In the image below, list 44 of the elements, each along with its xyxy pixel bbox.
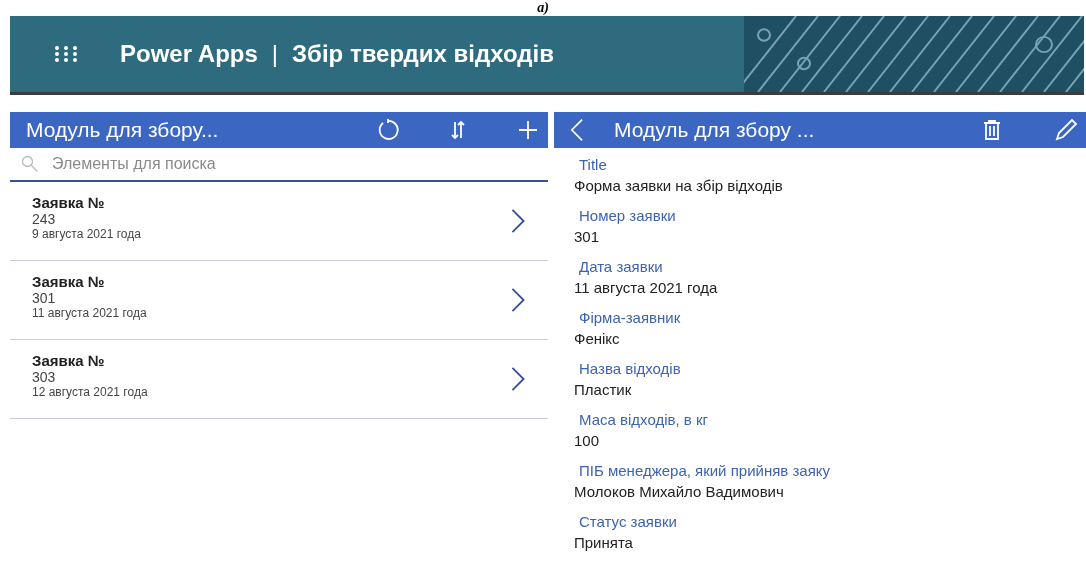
item-date: 12 августа 2021 года (32, 384, 148, 399)
item-title: Заявка № (32, 272, 105, 290)
refresh-icon[interactable] (376, 118, 400, 142)
app-name: Збір твердих відходів (292, 40, 554, 68)
title-separator: | (271, 40, 279, 68)
field-label: Статус заявки (578, 513, 677, 530)
field-value: Молоков Михайло Вадимович (574, 483, 784, 500)
field-value: Принята (574, 534, 633, 551)
chevron-right-icon[interactable] (510, 208, 526, 234)
chevron-right-icon[interactable] (510, 287, 526, 313)
chevron-right-icon[interactable] (510, 366, 526, 392)
field-label: Фірма-заявник (578, 309, 681, 326)
field-value: Форма заявки на збір відходів (574, 177, 783, 194)
request-list-item[interactable]: Заявка № 303 12 августа 2021 года (10, 340, 548, 419)
field-label: Номер заявки (578, 207, 676, 224)
field-label: Title (578, 156, 607, 173)
request-list-item[interactable]: Заявка № 301 11 августа 2021 года (10, 261, 548, 340)
field-value: 100 (574, 432, 600, 449)
field-value: 301 (574, 228, 600, 245)
search-icon (20, 154, 40, 174)
figure-caption: a) (537, 0, 549, 16)
field-value: Пластик (574, 381, 632, 398)
item-title: Заявка № (32, 351, 105, 369)
item-title: Заявка № (32, 193, 105, 211)
list-title: Модуль для збору... (26, 118, 220, 142)
item-number: 243 (32, 210, 56, 227)
edit-pencil-icon[interactable] (1054, 118, 1078, 142)
app-brand: Power Apps (120, 40, 258, 68)
field-value: Фенікс (574, 330, 620, 347)
app-launcher-icon[interactable] (54, 45, 78, 63)
field-value: 11 августа 2021 года (574, 279, 718, 296)
add-icon[interactable] (516, 118, 540, 142)
search-field[interactable]: Элементы для поиска (50, 154, 548, 174)
item-date: 9 августа 2021 года (32, 226, 141, 241)
detail-title: Модуль для збору ... (614, 118, 816, 142)
request-list-item[interactable]: Заявка № 243 9 августа 2021 года (10, 182, 548, 261)
item-date: 11 августа 2021 года (32, 305, 147, 320)
field-label: Дата заявки (578, 258, 663, 275)
item-number: 303 (32, 368, 56, 385)
field-label: ПІБ менеджера, який прийняв заяку (578, 462, 830, 479)
field-label: Маса відходів, в кг (578, 411, 708, 428)
item-number: 301 (32, 289, 56, 306)
back-icon[interactable] (570, 118, 584, 142)
field-label: Назва відходів (578, 360, 681, 377)
